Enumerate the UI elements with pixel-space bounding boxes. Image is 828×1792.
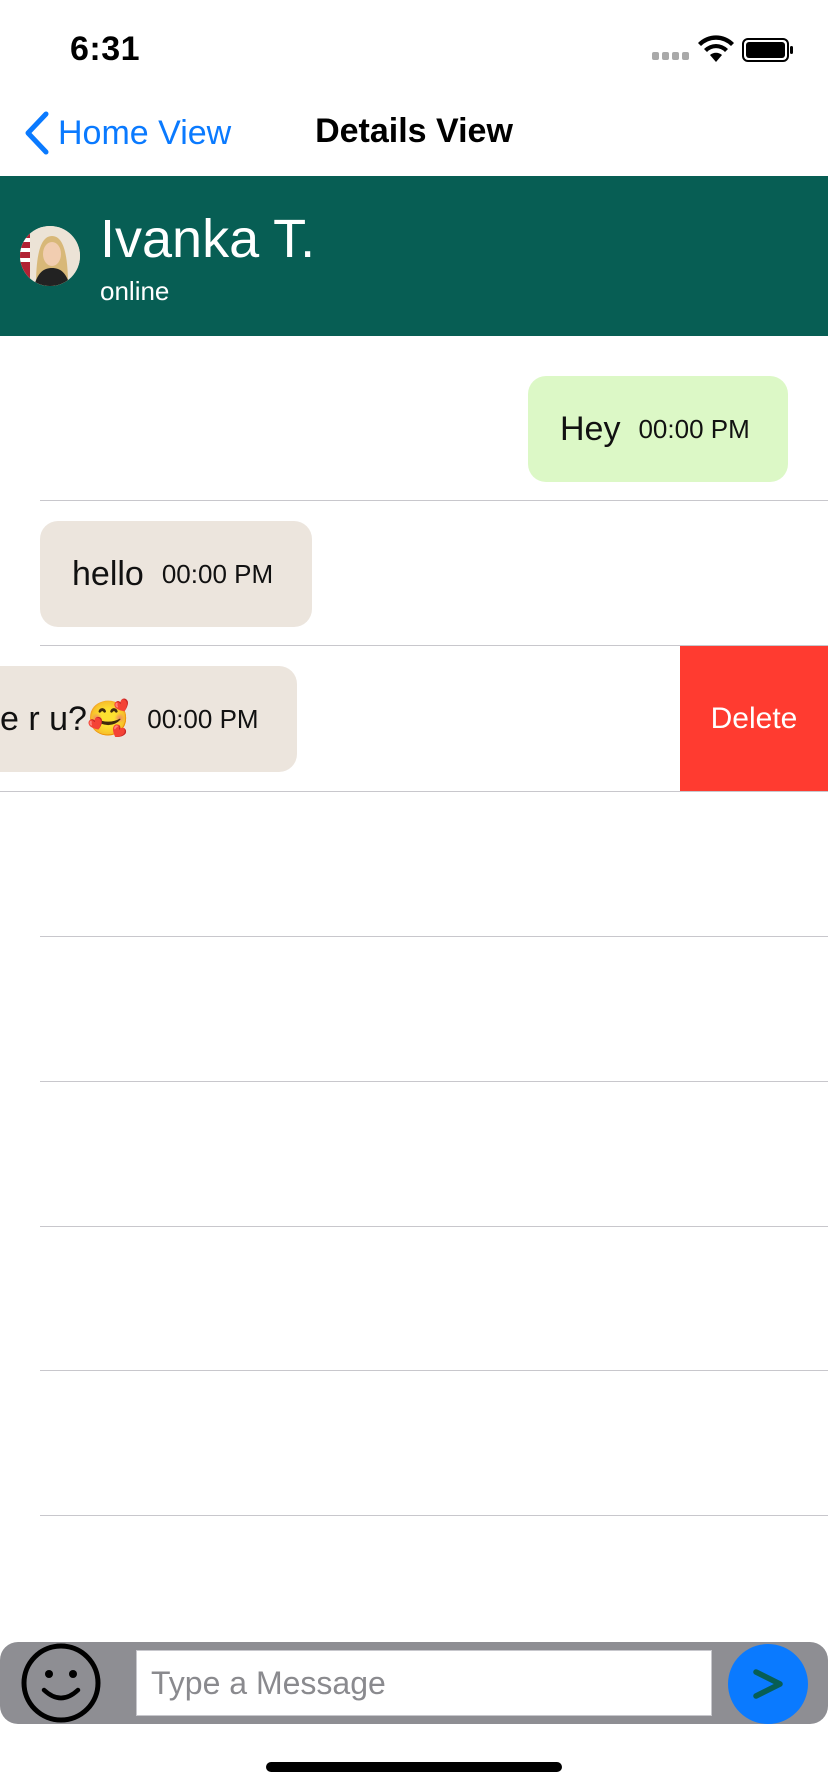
message-composer xyxy=(0,1642,828,1724)
message-input[interactable] xyxy=(136,1650,712,1716)
send-arrow-icon xyxy=(753,1669,783,1699)
message-row[interactable]: Hey 00:00 PM xyxy=(0,336,828,482)
message-text: Hey xyxy=(560,409,621,448)
home-indicator[interactable] xyxy=(266,1762,562,1772)
message-text: e r u?🥰 xyxy=(0,700,130,738)
avatar[interactable] xyxy=(20,226,80,286)
contact-status: online xyxy=(100,276,170,306)
contact-photo xyxy=(20,226,80,286)
page-title: Details View xyxy=(315,112,513,150)
message-time: 00:00 PM xyxy=(161,558,274,589)
row-divider xyxy=(40,1226,828,1227)
contact-name: Ivanka T. xyxy=(100,209,316,269)
status-bar: 6:31 xyxy=(0,0,828,100)
message-bubble-incoming[interactable]: hello 00:00 PM xyxy=(40,521,312,627)
chat-screen: 6:31 Home View Details View Ivanka T. on… xyxy=(0,0,828,1792)
message-bubble-incoming[interactable]: e r u?🥰 00:00 PM xyxy=(0,666,297,772)
row-divider xyxy=(40,936,828,937)
message-time: 00:00 PM xyxy=(147,703,259,734)
smiley-icon[interactable] xyxy=(20,1642,102,1724)
row-divider xyxy=(40,1515,828,1516)
cellular-signal-icon xyxy=(652,52,692,62)
message-time: 00:00 PM xyxy=(638,413,750,444)
battery-icon xyxy=(742,38,793,62)
row-divider xyxy=(0,791,828,792)
delete-button[interactable]: Delete xyxy=(680,646,828,791)
wifi-icon xyxy=(698,35,734,62)
row-divider xyxy=(40,1370,828,1371)
message-list[interactable]: Hey 00:00 PM hello 00:00 PM e r u?🥰 00:0… xyxy=(0,336,828,1636)
row-divider xyxy=(40,1081,828,1082)
message-bubble-outgoing[interactable]: Hey 00:00 PM xyxy=(528,376,788,482)
message-row[interactable]: hello 00:00 PM xyxy=(0,481,828,627)
navigation-bar: Home View Details View xyxy=(0,100,828,176)
send-button[interactable] xyxy=(728,1644,808,1724)
chat-header: Ivanka T. online xyxy=(0,176,828,336)
message-text: hello xyxy=(72,554,144,593)
message-row-swiped[interactable]: e r u?🥰 00:00 PM Delete xyxy=(0,646,828,791)
status-time: 6:31 xyxy=(70,30,141,68)
